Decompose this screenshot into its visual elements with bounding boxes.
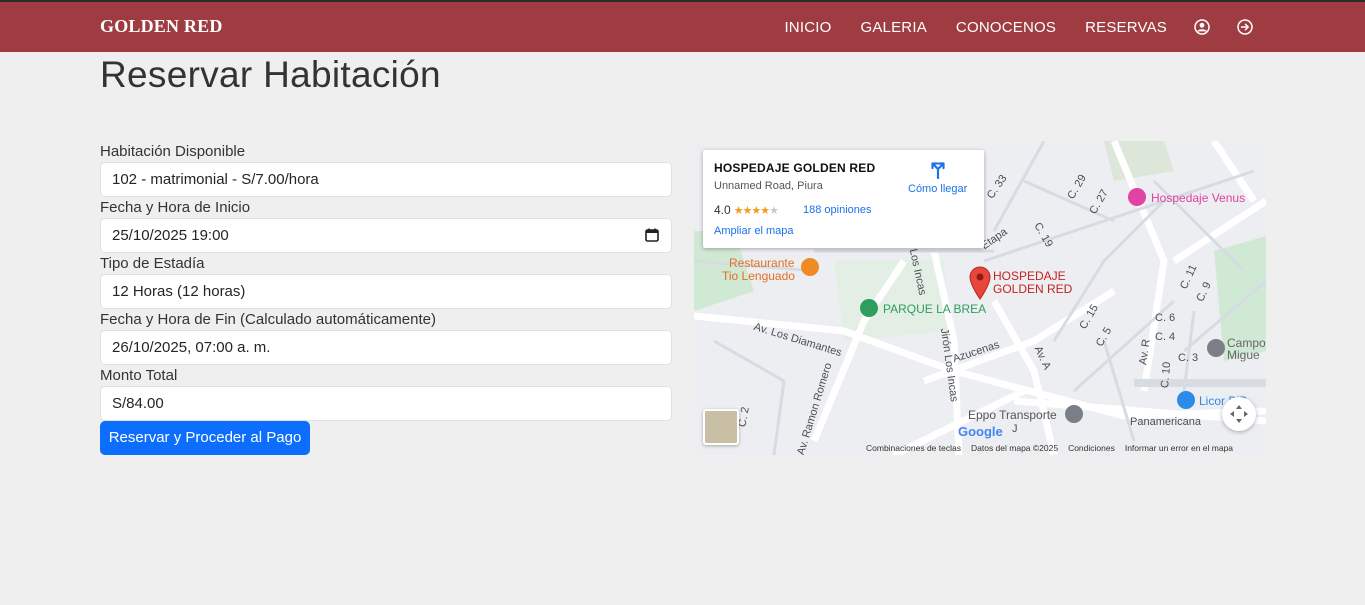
campo-label-2: Migue [1227, 348, 1260, 362]
logout-icon[interactable] [1237, 19, 1253, 35]
keyboard-shortcuts-link[interactable]: Combinaciones de teclas [866, 443, 961, 455]
room-group: Habitación Disponible 102 - matrimonial … [100, 142, 672, 198]
street-label: C. 6 [1155, 312, 1176, 324]
reservation-form: Habitación Disponible 102 - matrimonial … [100, 142, 672, 455]
directions-icon[interactable] [929, 161, 947, 179]
restaurant-label-1: Restaurante [729, 256, 795, 270]
end-label: Fecha y Hora de Fin (Calculado automátic… [100, 311, 436, 328]
marker-label-2: GOLDEN RED [993, 282, 1073, 296]
map-data-link[interactable]: Datos del mapa ©2025 [971, 443, 1058, 455]
place-info-card: HOSPEDAJE GOLDEN RED Unnamed Road, Piura… [703, 150, 984, 248]
restaurant-icon[interactable] [801, 258, 819, 276]
total-amount-field: S/84.00 [100, 386, 672, 421]
street-label: C. 10 [1159, 361, 1174, 389]
restaurant-label-2: Tio Lenguado [722, 269, 795, 283]
place-title: HOSPEDAJE GOLDEN RED [714, 161, 876, 175]
campo-icon[interactable] [1207, 339, 1225, 357]
google-logo: Google [958, 424, 1003, 439]
total-label: Monto Total [100, 367, 178, 384]
park-icon[interactable] [860, 299, 878, 317]
place-rating: 4.0 ★★★★★ [714, 203, 779, 217]
page-title: Reservar Habitación [100, 54, 441, 95]
report-error-link[interactable]: Informar un error en el mapa [1125, 443, 1233, 455]
stay-type-select[interactable]: 12 Horas (12 horas) [100, 274, 672, 309]
map-marker-icon[interactable] [969, 266, 991, 300]
stay-group: Tipo de Estadía 12 Horas (12 horas) [100, 254, 672, 310]
street-label: Panamericana [1130, 416, 1201, 428]
street-label: C. 4 [1155, 331, 1176, 343]
place-address: Unnamed Road, Piura [714, 180, 823, 192]
start-datetime-input[interactable]: 25/10/2025 19:00 [100, 218, 672, 253]
camera-control-icon [1230, 405, 1248, 423]
street-label: C. 3 [1178, 352, 1199, 364]
nav-conocenos[interactable]: CONOCENOS [956, 19, 1056, 36]
directions-link[interactable]: Cómo llegar [908, 183, 967, 195]
map-attribution: Combinaciones de teclas Datos del mapa ©… [866, 443, 1233, 455]
satellite-toggle-button[interactable] [703, 409, 739, 445]
end-datetime-field: 26/10/2025, 07:00 a. m. [100, 330, 672, 365]
room-label: Habitación Disponible [100, 143, 246, 160]
stars-on: ★★★★ [733, 204, 770, 217]
map-camera-control-button[interactable] [1222, 397, 1256, 431]
navbar: GOLDEN RED INICIO GALERIA CONOCENOS RESE… [0, 0, 1365, 52]
rating-value: 4.0 [714, 203, 731, 217]
nav-galeria[interactable]: GALERIA [860, 19, 926, 36]
start-label: Fecha y Hora de Inicio [100, 199, 251, 216]
hotel-icon[interactable] [1128, 188, 1146, 206]
google-logo-text: Google [958, 424, 1003, 439]
calendar-icon[interactable] [645, 228, 659, 242]
transport-label: Eppo Transporte [968, 408, 1057, 422]
nav-reservas[interactable]: RESERVAS [1085, 19, 1167, 36]
end-group: Fecha y Hora de Fin (Calculado automátic… [100, 310, 672, 366]
park-label: PARQUE LA BREA [883, 302, 987, 316]
nav-links: INICIO GALERIA CONOCENOS RESERVAS [755, 2, 1253, 52]
room-select[interactable]: 102 - matrimonial - S/7.00/hora [100, 162, 672, 197]
stay-label: Tipo de Estadía [100, 255, 205, 272]
venus-label: Hospedaje Venus [1151, 191, 1246, 205]
street-label: J [1012, 423, 1018, 435]
start-group: Fecha y Hora de Inicio 25/10/2025 19:00 [100, 198, 672, 254]
reviews-link[interactable]: 188 opiniones [803, 204, 872, 216]
total-group: Monto Total S/84.00 [100, 366, 672, 422]
nav-inicio[interactable]: INICIO [784, 19, 831, 36]
start-datetime-value: 25/10/2025 19:00 [112, 227, 229, 244]
transport-icon[interactable] [1065, 405, 1083, 423]
stars-off: ★ [769, 204, 779, 217]
user-circle-icon[interactable] [1194, 19, 1210, 35]
submit-payment-button[interactable]: Reservar y Proceder al Pago [100, 421, 310, 455]
enlarge-map-link[interactable]: Ampliar el mapa [714, 225, 793, 237]
terms-link[interactable]: Condiciones [1068, 443, 1115, 455]
brand-logo[interactable]: GOLDEN RED [100, 16, 223, 37]
rating-stars-icon: ★★★★★ [733, 204, 779, 217]
marker-label-1: HOSPEDAJE [993, 269, 1066, 283]
map-embed[interactable]: Av. Los Diamantes Av. Ramon Romero Jirón… [694, 141, 1266, 455]
shop-icon[interactable] [1177, 391, 1195, 409]
